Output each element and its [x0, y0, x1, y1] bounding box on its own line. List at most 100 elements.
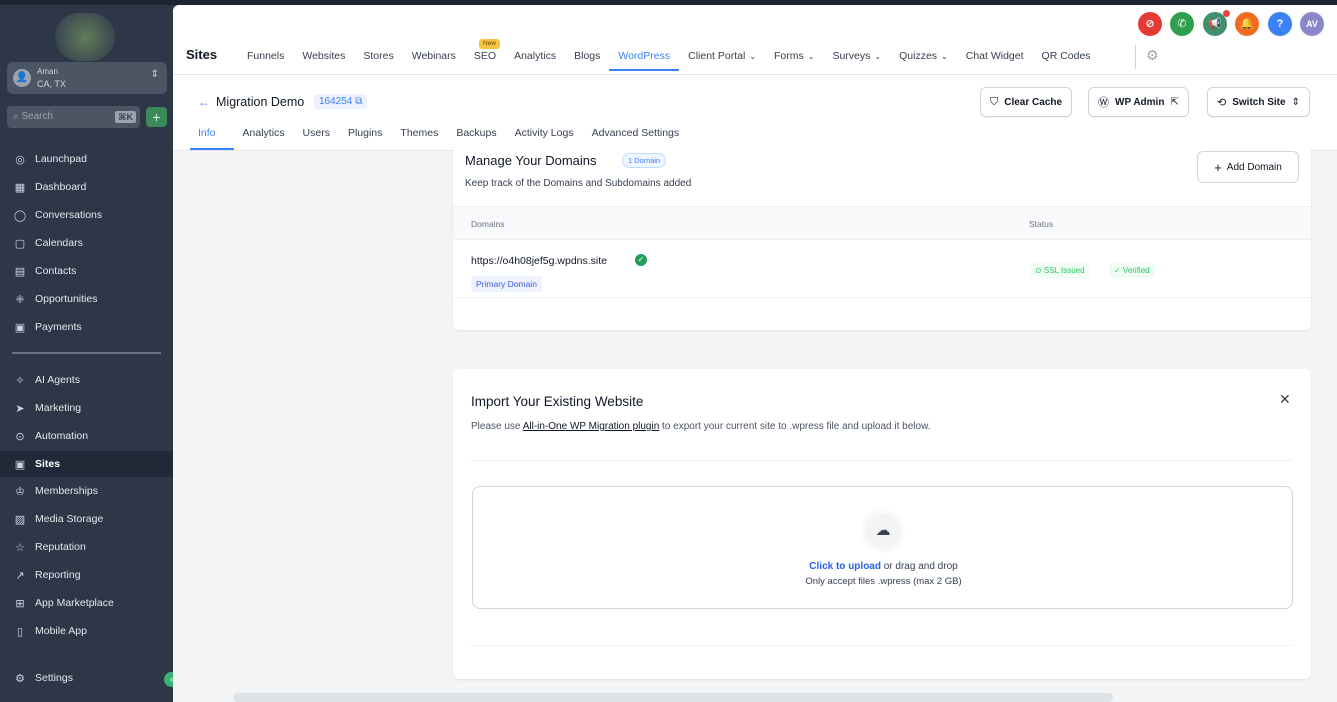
- migration-plugin-link[interactable]: All-in-One WP Migration plugin: [523, 421, 660, 432]
- notification-dot: [1223, 10, 1230, 17]
- button-label: Clear Cache: [1004, 96, 1063, 108]
- phone-icon[interactable]: ✆: [1170, 12, 1194, 36]
- import-divider: [471, 460, 1293, 461]
- domains-subtitle: Keep track of the Domains and Subdomains…: [465, 178, 692, 189]
- tab-funnels[interactable]: Funnels: [238, 41, 293, 71]
- sidebar-item-label: Reporting: [35, 569, 81, 581]
- chevron-down-icon: ⌄: [807, 52, 815, 61]
- account-switcher[interactable]: 👤 Aman CA, TX ⇕: [7, 62, 167, 94]
- sidebar-item-label: AI Agents: [35, 374, 80, 386]
- tab-forms[interactable]: Forms ⌄: [765, 41, 823, 71]
- sites-icon: ▣: [14, 458, 26, 471]
- subtab-themes[interactable]: Themes: [391, 121, 447, 150]
- main-content: Sites Funnels Websites Stores Webinars S…: [173, 5, 1337, 702]
- sidebar-item-reporting[interactable]: ↗ Reporting: [0, 563, 173, 587]
- help-icon[interactable]: ?: [1268, 12, 1292, 36]
- sidebar-item-settings[interactable]: ⚙ Settings: [0, 666, 173, 690]
- sidebar-item-automation[interactable]: ⊙ Automation: [0, 424, 173, 448]
- sidebar-item-label: Contacts: [35, 265, 77, 277]
- sidebar-item-calendars[interactable]: ▢ Calendars: [0, 231, 173, 255]
- sidebar-item-reputation[interactable]: ☆ Reputation: [0, 535, 173, 559]
- tab-analytics[interactable]: Analytics: [505, 41, 565, 71]
- subtab-users[interactable]: Users: [294, 121, 339, 150]
- sidebar-item-app-marketplace[interactable]: ⊞ App Marketplace: [0, 591, 173, 615]
- sidebar-item-ai-agents[interactable]: ✧ AI Agents: [0, 368, 173, 392]
- ssl-status-badge: ⊙ SSL Issued: [1030, 263, 1090, 278]
- close-icon[interactable]: ✕: [1279, 391, 1291, 408]
- column-header-status: Status: [1029, 219, 1054, 229]
- tab-stores[interactable]: Stores: [354, 41, 402, 71]
- sidebar-item-media-storage[interactable]: ▨ Media Storage: [0, 507, 173, 531]
- upload-instructions: Click to upload or drag and drop: [473, 561, 1294, 572]
- sidebar-item-label: Sites: [35, 458, 61, 470]
- sidebar-item-conversations[interactable]: ◯ Conversations: [0, 203, 173, 227]
- tab-label: Client Portal: [688, 50, 746, 62]
- gear-icon: ⚙: [15, 672, 25, 685]
- sparkle-icon: ✧: [15, 374, 25, 387]
- sidebar-item-marketing[interactable]: ➤ Marketing: [0, 396, 173, 420]
- sidebar-item-memberships[interactable]: ♔ Memberships: [0, 479, 173, 503]
- horizontal-scrollbar[interactable]: [233, 693, 1113, 702]
- tab-qr-codes[interactable]: QR Codes: [1033, 41, 1100, 71]
- back-arrow-icon[interactable]: ←: [198, 95, 210, 109]
- star-icon: ☆: [15, 541, 25, 554]
- memberships-icon: ♔: [15, 485, 25, 498]
- sidebar-item-label: Media Storage: [35, 513, 104, 525]
- sidebar-search-input[interactable]: ⌕ Search ⌘K: [7, 106, 140, 128]
- wp-admin-button[interactable]: Ⓦ WP Admin ⇱: [1088, 87, 1189, 117]
- tab-blogs[interactable]: Blogs: [565, 41, 609, 71]
- search-shortcut: ⌘K: [115, 111, 136, 123]
- tab-quizzes[interactable]: Quizzes ⌄: [890, 41, 957, 71]
- subtab-plugins[interactable]: Plugins: [339, 121, 391, 150]
- automation-icon: ⊙: [15, 430, 25, 443]
- tab-client-portal[interactable]: Client Portal ⌄: [679, 41, 765, 71]
- page-title: Sites: [186, 47, 218, 62]
- add-domain-button[interactable]: + Add Domain: [1197, 151, 1299, 183]
- chevron-updown-icon: ⇕: [150, 69, 159, 80]
- site-id-copy[interactable]: 164254 ⧉: [314, 94, 368, 109]
- contacts-icon: ▤: [14, 265, 26, 278]
- button-label: Switch Site: [1232, 96, 1286, 108]
- quick-add-button[interactable]: +: [146, 107, 167, 127]
- sidebar-item-payments[interactable]: ▣ Payments: [0, 315, 173, 339]
- sidebar-item-contacts[interactable]: ▤ Contacts: [0, 259, 173, 283]
- gear-icon[interactable]: ⚙: [1146, 47, 1159, 64]
- tab-label: Forms: [774, 50, 804, 62]
- tab-webinars[interactable]: Webinars: [403, 41, 465, 71]
- sidebar-item-sites[interactable]: ▣ Sites: [0, 451, 173, 477]
- click-to-upload-link[interactable]: Click to upload: [809, 561, 881, 572]
- switch-site-button[interactable]: ⟲ Switch Site ⇕: [1207, 87, 1310, 117]
- tab-wordpress[interactable]: WordPress: [609, 41, 680, 71]
- tab-surveys[interactable]: Surveys ⌄: [823, 41, 890, 71]
- dashboard-icon: ▦: [14, 181, 26, 194]
- sidebar-item-label: Opportunities: [35, 293, 98, 305]
- sidebar-item-mobile-app[interactable]: ▯ Mobile App: [0, 619, 173, 643]
- tab-websites[interactable]: Websites: [293, 41, 354, 71]
- sites-tab-nav: Funnels Websites Stores Webinars SEO Ana…: [238, 41, 1100, 71]
- quick-action-icon[interactable]: ⊘: [1138, 12, 1162, 36]
- trend-icon: ↗: [15, 569, 25, 582]
- file-dropzone[interactable]: ☁ Click to upload or drag and drop Only …: [472, 486, 1293, 609]
- clear-cache-button[interactable]: ⛉ Clear Cache: [980, 87, 1073, 117]
- upload-note: Only accept files .wpress (max 2 GB): [805, 576, 962, 587]
- button-label: Add Domain: [1226, 161, 1282, 173]
- subtab-analytics[interactable]: Analytics: [234, 121, 294, 150]
- tab-label: Quizzes: [899, 50, 938, 62]
- sidebar-item-label: Calendars: [35, 237, 83, 249]
- import-title: Import Your Existing Website: [471, 394, 644, 409]
- domain-url[interactable]: https://o4h08jef5g.wpdns.site: [471, 255, 607, 267]
- row-divider: [453, 297, 1311, 298]
- sidebar-item-dashboard[interactable]: ▦ Dashboard: [0, 175, 173, 199]
- sidebar-item-label: Settings: [35, 672, 73, 684]
- sidebar-item-label: App Marketplace: [35, 597, 114, 609]
- tab-label: Surveys: [832, 50, 871, 62]
- sidebar-item-opportunities[interactable]: ⁜ Opportunities: [0, 287, 173, 311]
- user-avatar[interactable]: AV: [1300, 12, 1324, 36]
- import-website-card: Import Your Existing Website ✕ Please us…: [453, 369, 1311, 679]
- sidebar-divider: [12, 352, 161, 354]
- bell-icon[interactable]: 🔔: [1235, 12, 1259, 36]
- launchpad-icon: ◎: [15, 153, 25, 166]
- subtab-info[interactable]: Info: [190, 121, 234, 150]
- sidebar-item-launchpad[interactable]: ◎ Launchpad: [0, 147, 173, 171]
- tab-chat-widget[interactable]: Chat Widget: [957, 41, 1033, 71]
